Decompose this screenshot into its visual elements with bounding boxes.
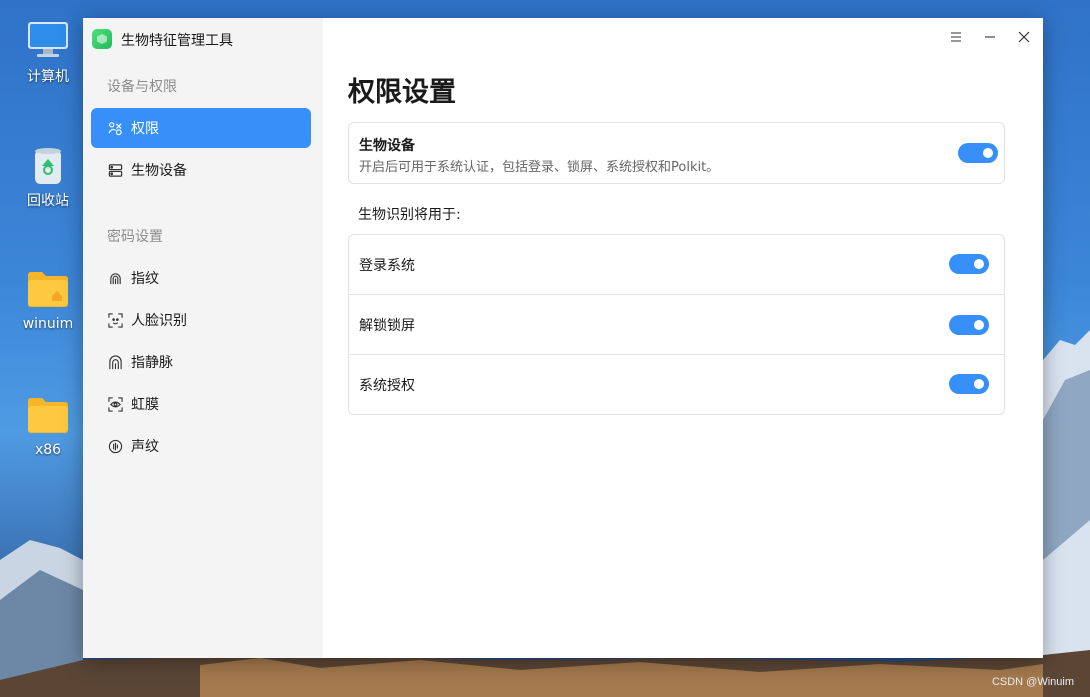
row-label: 系统授权 (359, 378, 415, 394)
sidebar-item-label: 权限 (131, 121, 159, 137)
card-description: 开启后可用于系统认证，包括登录、锁屏、系统授权和Polkit。 (359, 160, 720, 175)
sidebar-item-voiceprint[interactable]: 声纹 (91, 426, 311, 466)
desktop-icon-folder[interactable]: x86 (8, 396, 88, 458)
desktop-icon-label: winuim (22, 316, 74, 332)
app-title: 生物特征管理工具 (121, 33, 233, 49)
minimize-button[interactable] (979, 26, 1001, 48)
section-title-password: 密码设置 (107, 229, 163, 245)
usage-row-unlock: 解锁锁屏 (349, 295, 1004, 355)
sidebar-item-label: 指静脉 (131, 355, 173, 371)
sidebar-item-iris[interactable]: 虹膜 (91, 384, 311, 424)
login-toggle[interactable] (949, 254, 989, 274)
desktop-icon-label: x86 (34, 442, 62, 458)
finger-vein-icon (107, 354, 123, 370)
usage-row-authorization: 系统授权 (349, 355, 1004, 414)
app-logo-icon (92, 29, 112, 49)
computer-icon (27, 20, 69, 62)
usage-card: 登录系统 解锁锁屏 系统授权 (348, 234, 1005, 415)
folder-icon (27, 396, 69, 438)
fingerprint-icon (107, 270, 123, 286)
card-title: 生物设备 (359, 138, 415, 154)
sidebar-item-label: 声纹 (131, 439, 159, 455)
sidebar-item-fingerprint[interactable]: 指纹 (91, 258, 311, 298)
authorization-toggle[interactable] (949, 374, 989, 394)
sidebar-item-label: 指纹 (131, 271, 159, 287)
sidebar-item-label: 虹膜 (131, 397, 159, 413)
sidebar-item-finger-vein[interactable]: 指静脉 (91, 342, 311, 382)
usage-row-login: 登录系统 (349, 235, 1004, 295)
sidebar-item-device[interactable]: 生物设备 (91, 150, 311, 190)
home-folder-icon (27, 270, 69, 312)
sidebar-item-label: 生物设备 (131, 163, 187, 179)
permission-icon (107, 120, 123, 136)
app-window: 生物特征管理工具 设备与权限 权限 生物设备 密码设置 指纹 人脸识别 指静脉 … (83, 18, 1043, 658)
minimize-icon (985, 36, 995, 38)
voiceprint-icon (107, 438, 123, 454)
biometric-device-card: 生物设备 开启后可用于系统认证，包括登录、锁屏、系统授权和Polkit。 (348, 122, 1005, 184)
sidebar-item-face[interactable]: 人脸识别 (91, 300, 311, 340)
desktop-icon-trash[interactable]: 回收站 (8, 144, 88, 210)
row-label: 登录系统 (359, 258, 415, 274)
biometric-device-toggle[interactable] (958, 143, 998, 163)
sidebar-item-permission[interactable]: 权限 (91, 108, 311, 148)
desktop-icon-computer[interactable]: 计算机 (8, 20, 88, 86)
close-button[interactable] (1013, 26, 1035, 48)
desktop-icon-label: 回收站 (27, 193, 69, 209)
trash-icon (27, 144, 69, 186)
sidebar: 生物特征管理工具 设备与权限 权限 生物设备 密码设置 指纹 人脸识别 指静脉 … (83, 18, 323, 658)
sidebar-item-label: 人脸识别 (131, 313, 187, 329)
iris-icon (107, 396, 123, 412)
row-label: 解锁锁屏 (359, 318, 415, 334)
close-icon (1018, 31, 1030, 43)
watermark: CSDN @Winuim (991, 676, 1074, 688)
unlock-toggle[interactable] (949, 315, 989, 335)
face-icon (107, 312, 123, 328)
section-title-devices: 设备与权限 (107, 79, 177, 95)
desktop-icon-label: 计算机 (27, 69, 69, 85)
usage-heading: 生物识别将用于: (358, 207, 461, 223)
desktop-icon-home-folder[interactable]: winuim (8, 270, 88, 332)
page-title: 权限设置 (348, 77, 456, 108)
device-icon (107, 162, 123, 178)
menu-icon (951, 32, 961, 42)
menu-button[interactable] (945, 26, 967, 48)
